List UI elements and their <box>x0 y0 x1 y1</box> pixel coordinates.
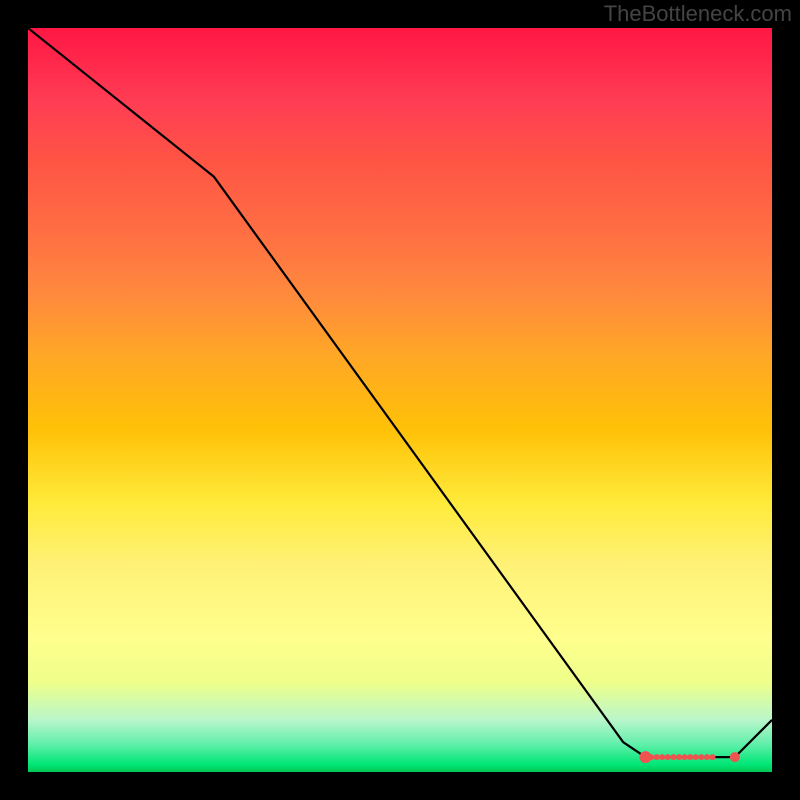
chart-dot <box>710 754 716 760</box>
chart-dot <box>665 754 671 760</box>
chart-dot <box>659 754 665 760</box>
chart-dot <box>676 754 682 760</box>
chart-start-marker <box>640 751 652 763</box>
chart-line-layer <box>28 28 772 772</box>
chart-dot <box>654 754 660 760</box>
chart-dot <box>698 754 704 760</box>
chart-dotted-segment <box>643 754 716 760</box>
chart-end-marker <box>730 752 740 762</box>
watermark-text: TheBottleneck.com <box>604 1 792 27</box>
chart-dot <box>704 754 710 760</box>
chart-dot <box>682 754 688 760</box>
chart-dot <box>670 754 676 760</box>
chart-series-line <box>28 28 772 757</box>
chart-dot <box>687 754 693 760</box>
chart-dot <box>693 754 699 760</box>
